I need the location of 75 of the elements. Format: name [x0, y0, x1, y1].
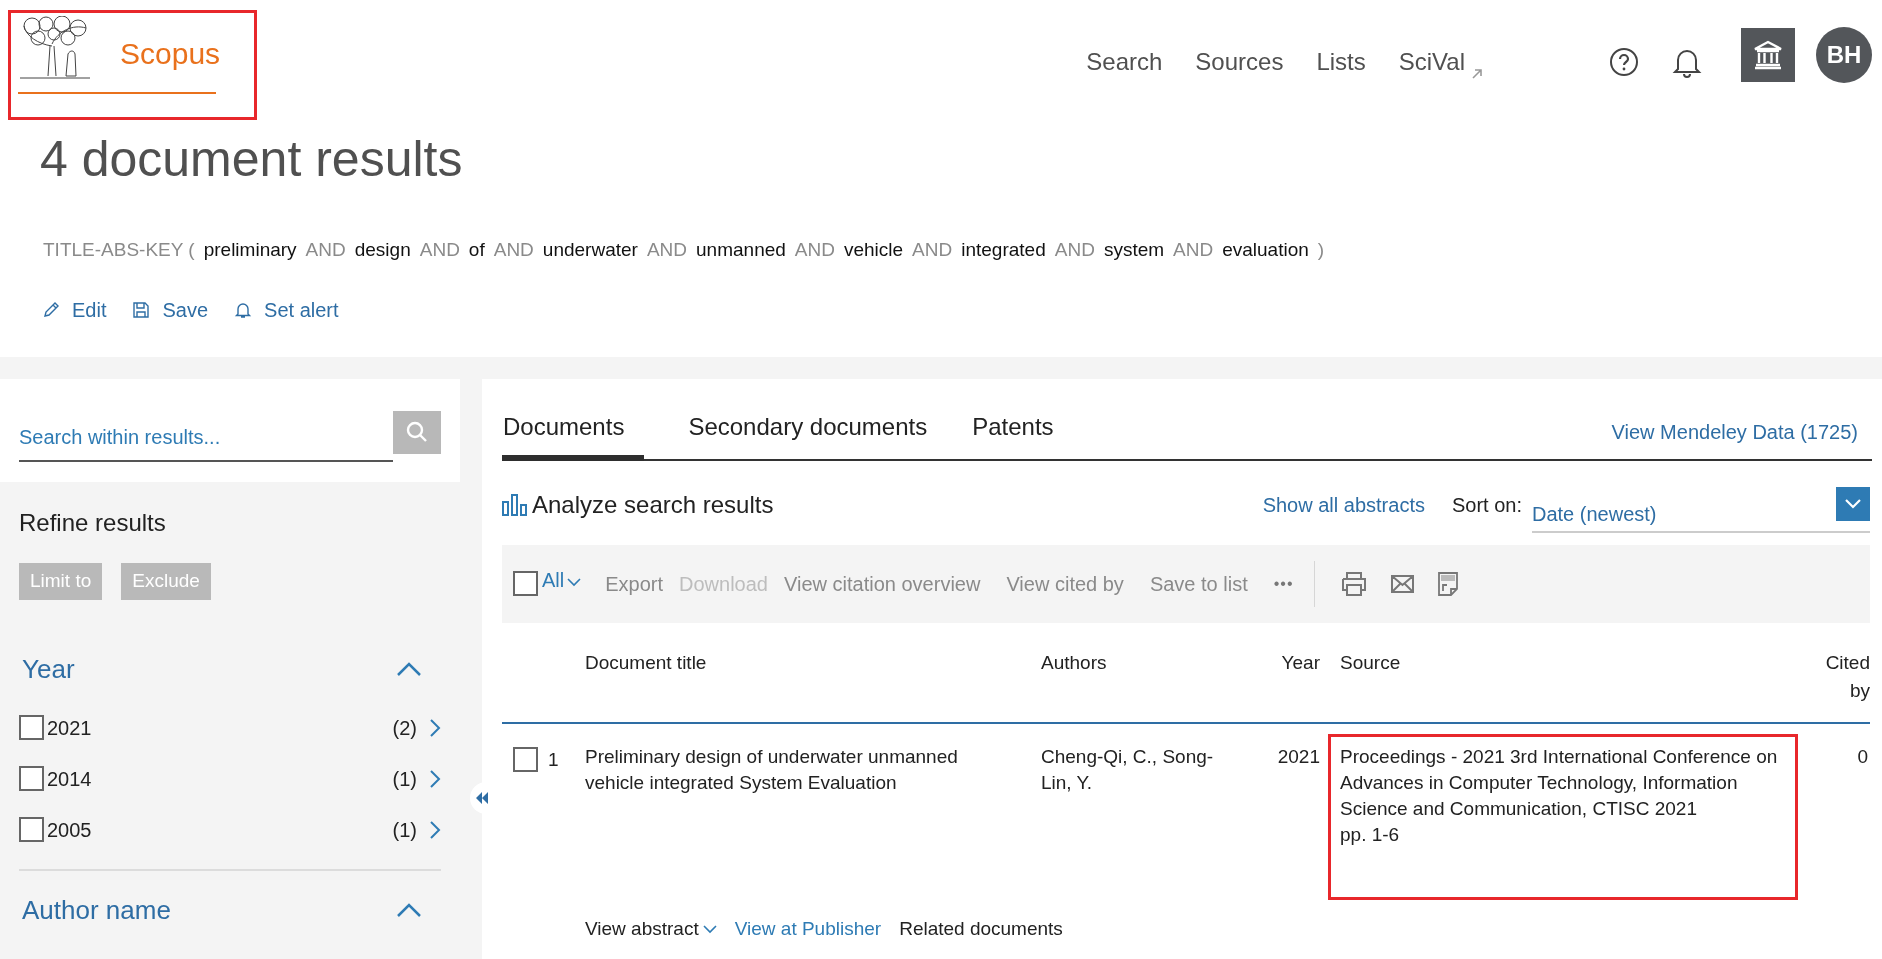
facet-label: 2021	[47, 715, 92, 741]
select-all-dropdown[interactable]: All	[542, 564, 582, 595]
mendeley-link[interactable]: View Mendeley Data (1725)	[1611, 416, 1858, 459]
results-tab[interactable]: Secondary documents	[687, 408, 929, 461]
toolbar-action[interactable]: Save to list	[1149, 568, 1248, 599]
column-header[interactable]: Source	[1320, 648, 1820, 706]
checkbox[interactable]	[19, 766, 44, 791]
institution-button[interactable]	[1741, 28, 1795, 82]
column-header[interactable]: Authors	[1041, 648, 1241, 706]
checkbox[interactable]	[513, 746, 538, 772]
search-within-field[interactable]: Search within results...	[19, 421, 393, 462]
nav-link[interactable]: Search	[1086, 44, 1163, 80]
query-action-link[interactable]: Edit	[42, 294, 107, 325]
bar-chart-icon[interactable]	[502, 493, 528, 516]
bell-icon	[234, 300, 253, 319]
sort-label: Sort on:	[1451, 492, 1522, 518]
email-icon[interactable]	[1389, 573, 1415, 594]
external-arrow-icon	[1471, 68, 1483, 80]
nav-link[interactable]: SciVal	[1398, 44, 1483, 80]
institution-icon	[1752, 40, 1784, 70]
view-abstract-toggle[interactable]: View abstract	[585, 914, 717, 943]
sort-dropdown[interactable]: Date (newest)	[1532, 486, 1870, 533]
show-all-abstracts-link[interactable]: Show all abstracts	[1262, 489, 1425, 520]
toolbar-action[interactable]: View cited by	[1006, 568, 1124, 599]
row-number: 1	[548, 747, 559, 772]
user-avatar[interactable]: BH	[1816, 27, 1872, 83]
facet-count: (1)	[392, 817, 417, 843]
chevron-up-icon[interactable]	[396, 902, 422, 918]
facet-title[interactable]: Author name	[22, 890, 171, 930]
facet-label: 2014	[47, 766, 92, 792]
pages-cell-text: pp. 1-6	[1340, 822, 1401, 847]
cited-by-cell-text: 0	[1856, 744, 1869, 769]
pdf-file-icon[interactable]	[1436, 570, 1459, 597]
facet-count: (1)	[392, 766, 417, 792]
search-panel[interactable]: Search within results...	[0, 378, 460, 482]
chevron-up-icon[interactable]	[396, 661, 422, 677]
year-cell-text: 2021	[1276, 744, 1320, 769]
results-tab[interactable]: Patents	[971, 408, 1055, 461]
checkbox[interactable]	[513, 571, 538, 596]
publisher-link[interactable]: View at Publisher	[734, 914, 882, 943]
column-header[interactable]: Document title	[585, 648, 1041, 706]
analyze-results-link[interactable]: Analyze search results	[532, 486, 774, 523]
toolbar-action[interactable]: View citation overview	[784, 568, 981, 599]
nav-link[interactable]: Sources	[1195, 44, 1284, 80]
checkbox[interactable]	[19, 817, 44, 842]
query-action-link[interactable]: Set alert	[234, 294, 339, 325]
refine-title: Refine results	[19, 507, 167, 538]
chevron-right-icon[interactable]	[429, 768, 441, 789]
help-icon[interactable]	[1609, 47, 1639, 77]
results-title: 4 document results	[40, 134, 464, 184]
query-action-link[interactable]: Save	[132, 294, 209, 325]
print-icon[interactable]	[1339, 570, 1368, 597]
caret-icon	[567, 576, 582, 587]
caret-icon	[702, 923, 717, 934]
chevron-right-icon[interactable]	[429, 819, 441, 840]
document-title-link[interactable]: Preliminary design of underwater unmanned vehicle integrated System Evaluation	[585, 743, 1041, 900]
double-chevron-left-icon	[475, 790, 489, 805]
search-icon	[406, 421, 428, 443]
tree-logo-icon	[18, 16, 92, 82]
checkbox[interactable]	[19, 715, 44, 740]
pencil-icon	[42, 300, 60, 319]
column-header[interactable]: Year	[1241, 648, 1320, 706]
search-query: TITLE-ABS-KEY ( preliminary AND design AND of AND underwater AND unmanned AND vehicle AND integrated AND system AND evaluation )	[42, 238, 1326, 262]
facet-count: (2)	[392, 715, 417, 741]
facet-label: 2005	[47, 817, 92, 843]
column-header[interactable]: Cited by	[1820, 648, 1870, 706]
toolbar-action[interactable]: Export	[605, 568, 664, 599]
authors-cell-text: Cheng-Qi, C., Song-Lin, Y.	[1041, 744, 1215, 795]
facet-title[interactable]: Year	[22, 649, 75, 689]
related-documents-link[interactable]: Related documents	[899, 914, 1063, 943]
more-actions-button[interactable]: •••	[1273, 571, 1294, 596]
chevron-right-icon[interactable]	[429, 717, 441, 738]
results-tab[interactable]: Documents	[502, 408, 645, 461]
scopus-logo-text[interactable]: Scopus	[120, 31, 221, 76]
nav-link[interactable]: Lists	[1316, 44, 1366, 80]
